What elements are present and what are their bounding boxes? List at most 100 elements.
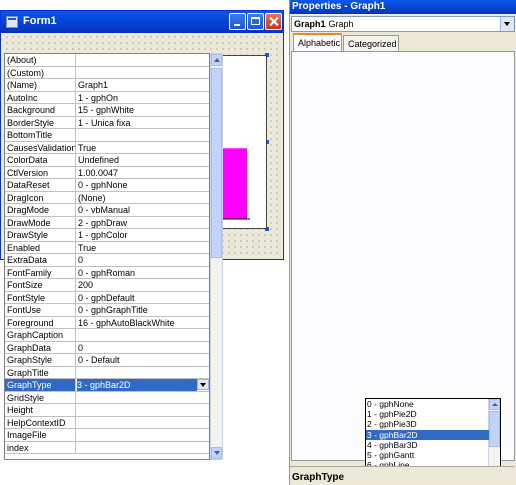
property-row[interactable]: (Custom) [5,66,209,79]
property-row[interactable]: Background 15 - gphWhite [5,104,209,117]
property-name: CtlVersion [5,166,76,178]
property-value[interactable]: 0 - vbManual [78,204,209,216]
property-row[interactable]: Height [5,404,209,417]
property-value[interactable]: 15 - gphWhite [78,104,209,116]
property-row[interactable]: ColorData Undefined [5,154,209,167]
property-row[interactable]: DrawMode 2 - gphDraw [5,216,209,229]
property-row[interactable]: DataReset 0 - gphNone [5,179,209,192]
property-value[interactable]: 1 - Unica fixa [78,117,209,129]
property-name: Enabled [5,241,76,253]
scroll-down-button[interactable] [211,447,222,459]
property-value[interactable]: 0 [78,342,209,354]
property-name: GraphTitle [5,366,76,378]
property-name: GraphData [5,341,76,353]
property-name: GraphType [5,379,76,391]
property-row[interactable]: BottomTitle [5,129,209,142]
property-value[interactable]: 1 - gphOn [78,92,209,104]
property-name: FontUse [5,304,76,316]
property-name: AutoInc [5,91,76,103]
object-name: Graph1 [294,19,326,29]
property-value[interactable]: 200 [78,279,209,291]
property-name: (Custom) [5,66,76,78]
dropdown-option[interactable]: 4 - gphBar3D [366,440,489,451]
property-row[interactable]: AutoInc 1 - gphOn [5,91,209,104]
property-name: (Name) [5,79,76,91]
property-value[interactable]: 0 - gphDefault [78,292,209,304]
property-row[interactable]: CausesValidation True [5,141,209,154]
scroll-thumb[interactable] [489,411,500,447]
maximize-button[interactable] [247,13,264,30]
property-name: FontStyle [5,291,76,303]
property-value[interactable]: 1.00.0047 [78,167,209,179]
property-value[interactable]: 16 - gphAutoBlackWhite [78,317,209,329]
dropdown-option[interactable]: 1 - gphPie2D [366,409,489,420]
property-value[interactable]: Undefined [78,154,209,166]
dropdown-option[interactable]: 0 - gphNone [366,399,489,410]
property-value[interactable]: 0 - gphNone [78,179,209,191]
property-value[interactable]: True [78,242,209,254]
property-row[interactable]: FontStyle 0 - gphDefault [5,291,209,304]
property-name: BorderStyle [5,116,76,128]
property-row[interactable]: FontFamily 0 - gphRoman [5,266,209,279]
property-grid-scrollbar[interactable] [210,53,223,460]
property-row[interactable]: HelpContextID [5,416,209,429]
property-row[interactable]: DrawStyle 1 - gphColor [5,229,209,242]
dropdown-option[interactable]: 5 - gphGantt [366,450,489,461]
form1-titlebar[interactable]: Form1 [1,11,283,33]
description-pane: GraphType [290,466,514,485]
property-row[interactable]: (About) [5,54,209,67]
property-row[interactable]: GraphCaption [5,329,209,342]
property-value[interactable]: 2 - gphDraw [78,217,209,229]
property-value[interactable]: 0 - gphGraphTitle [78,304,209,316]
property-value[interactable]: True [78,142,209,154]
property-value[interactable]: 3 - gphBar2D [77,379,197,391]
property-value[interactable]: 0 - gphRoman [78,267,209,279]
tab-alphabetic[interactable]: Alphabetic [293,33,342,51]
property-row[interactable]: FontSize 200 [5,279,209,292]
property-value[interactable]: (None) [78,192,209,204]
property-name: DragMode [5,204,76,216]
property-value[interactable]: 1 - gphColor [78,229,209,241]
property-row[interactable]: Foreground 16 - gphAutoBlackWhite [5,316,209,329]
scroll-up-button[interactable] [489,399,500,410]
chevron-down-icon[interactable] [197,379,209,390]
scroll-up-button[interactable] [211,54,222,66]
tab-categorized[interactable]: Categorized [343,35,399,51]
property-name: Background [5,104,76,116]
chevron-down-icon[interactable] [500,17,514,31]
property-row[interactable]: DragIcon (None) [5,191,209,204]
property-value[interactable]: 0 - Default [78,354,209,366]
description-title: GraphType [292,472,345,483]
scroll-thumb[interactable] [211,68,222,258]
property-name: (About) [5,54,76,66]
dropdown-option[interactable]: 2 - gphPie3D [366,419,489,430]
property-name: ColorData [5,154,76,166]
close-button[interactable] [265,13,282,30]
minimize-button[interactable] [229,13,246,30]
property-row[interactable]: GraphTitle [5,366,209,379]
property-row[interactable]: GraphData 0 [5,341,209,354]
property-name: GraphCaption [5,329,76,341]
property-name: DrawStyle [5,229,76,241]
property-name: ExtraData [5,254,76,266]
property-row[interactable]: GraphType 3 - gphBar2D [5,379,209,392]
property-row[interactable]: ImageFile [5,429,209,442]
property-value[interactable]: 0 [78,254,209,266]
dropdown-option[interactable]: 3 - gphBar2D [366,429,489,441]
property-row[interactable]: (Name) Graph1 [5,79,209,92]
property-name: Foreground [5,316,76,328]
property-row[interactable]: GridStyle [5,391,209,404]
property-row[interactable]: ExtraData 0 [5,254,209,267]
object-selector[interactable]: Graph1 Graph [291,16,515,32]
property-row[interactable]: GraphStyle 0 - Default [5,354,209,367]
property-row[interactable]: BorderStyle 1 - Unica fixa [5,116,209,129]
property-name: ImageFile [5,429,76,441]
property-row[interactable]: CtlVersion 1.00.0047 [5,166,209,179]
property-value[interactable]: Graph1 [78,79,209,91]
property-row[interactable]: Enabled True [5,241,209,254]
property-row[interactable]: FontUse 0 - gphGraphTitle [5,304,209,317]
property-row[interactable]: DragMode 0 - vbManual [5,204,209,217]
property-name: DrawMode [5,216,76,228]
property-row[interactable]: index [5,441,209,454]
properties-titlebar[interactable]: Properties - Graph1 [290,0,516,14]
